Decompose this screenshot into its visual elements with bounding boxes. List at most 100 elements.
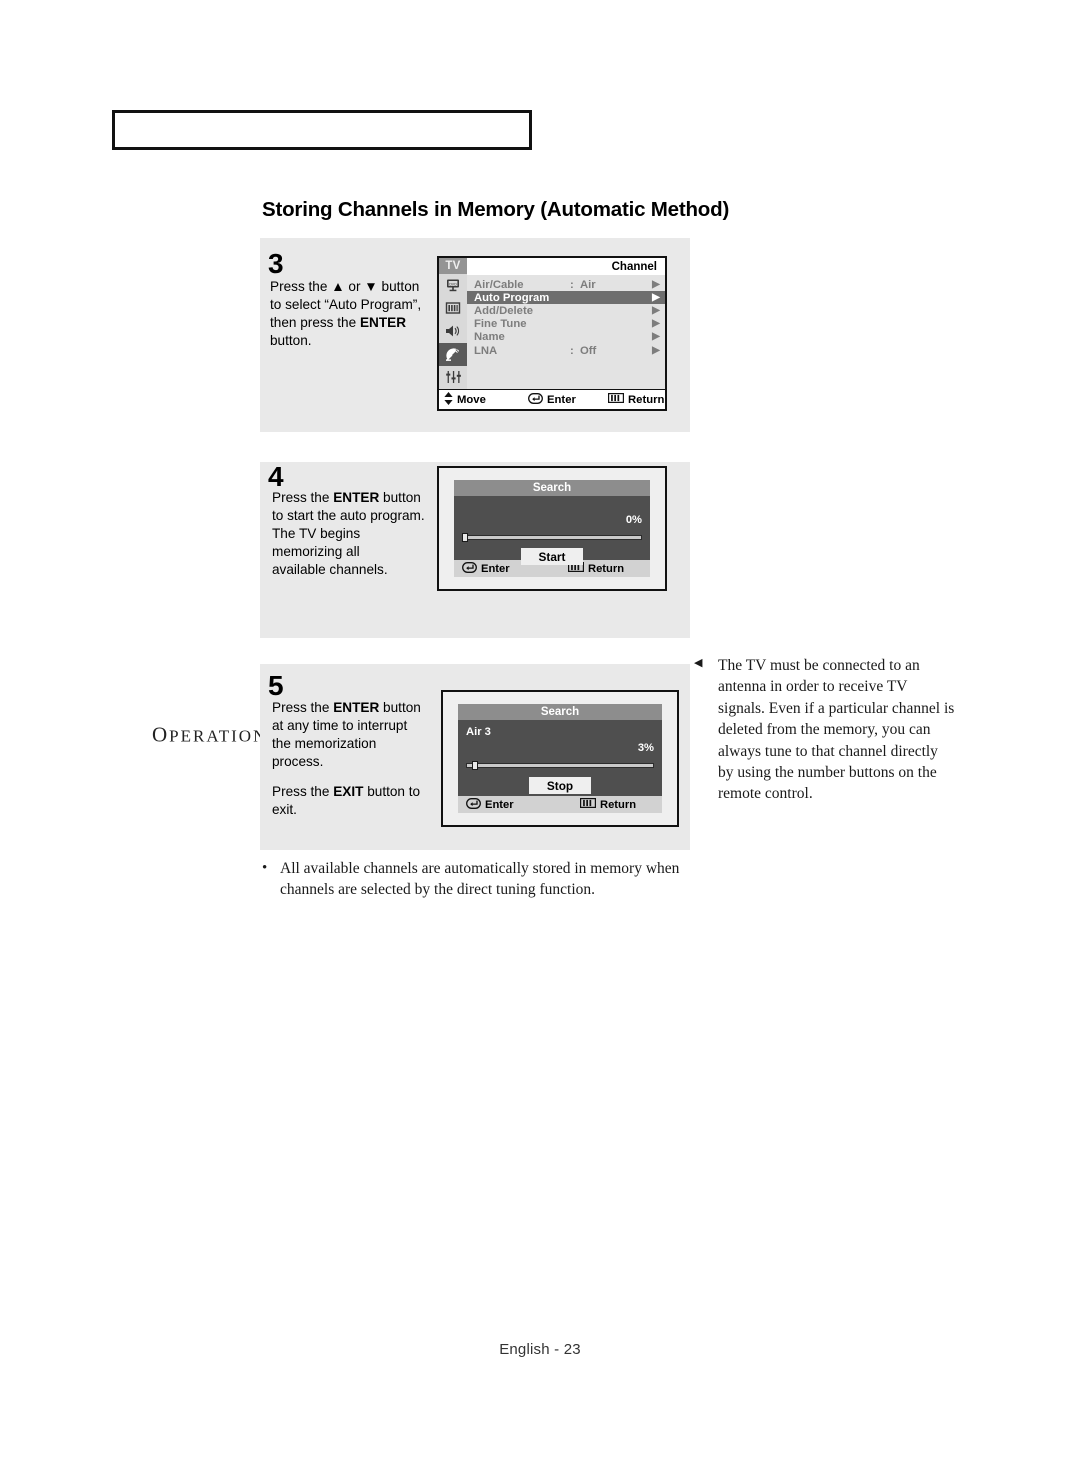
step-number: 4 xyxy=(268,461,284,492)
step-line: to start the auto program. xyxy=(272,508,425,524)
osd-channel-body: TV DVD Channel Air/Cable: Air ▶ Auto Pr… xyxy=(439,258,665,389)
step-instruction-text: Press the ENTER button at any time to in… xyxy=(272,699,437,819)
hint-enter-label: Enter xyxy=(485,798,514,811)
page-footer: English - 23 xyxy=(499,1341,581,1358)
search-dialog-title: Search xyxy=(458,704,662,720)
progress-track xyxy=(462,535,642,540)
osd-main: Channel Air/Cable : Air ▶ Auto Program ▶ xyxy=(467,258,665,389)
chevron-right-icon: ▶ xyxy=(652,344,660,356)
menu-item-colon: : xyxy=(570,278,574,291)
hint-enter-label: Enter xyxy=(481,562,510,575)
search-progress-bar[interactable] xyxy=(466,761,654,770)
note-auto-store: • All available channels are automatical… xyxy=(262,858,682,901)
search-stop-button[interactable]: Stop xyxy=(529,777,591,794)
menu-item-add-delete[interactable]: Add/Delete ▶ xyxy=(467,304,665,317)
osd-search-dialog-start[interactable]: Search 0% Start Enter Return xyxy=(437,466,667,591)
step-line: at any time to interrupt xyxy=(272,718,408,734)
chapter-title-rest: PERATION xyxy=(169,726,268,745)
hint-return-label: Return xyxy=(588,562,625,575)
search-dialog-body: 0% Start xyxy=(454,496,650,565)
search-hint-bar: Enter Return xyxy=(458,796,662,813)
step-line: Press the ENTER button xyxy=(272,490,421,505)
enter-key-icon xyxy=(466,797,481,812)
osd-sidebar: TV DVD xyxy=(439,258,467,389)
step-line: exit. xyxy=(272,802,297,818)
hint-enter: Enter xyxy=(528,392,608,407)
enter-key-icon xyxy=(528,392,543,407)
step-instruction-text: Press the ▲ or ▼ button to select “Auto … xyxy=(270,278,438,350)
search-dialog-title: Search xyxy=(454,480,650,496)
chevron-right-icon: ▶ xyxy=(652,318,660,330)
search-start-button[interactable]: Start xyxy=(521,548,583,565)
osd-search-inner: Search 0% Start Enter Return xyxy=(454,480,650,577)
up-down-arrow-icon xyxy=(444,391,453,408)
chapter-header-box xyxy=(112,110,532,150)
page-title: Storing Channels in Memory (Automatic Me… xyxy=(262,198,730,221)
menu-item-label: LNA xyxy=(474,344,498,357)
menu-item-value: Off xyxy=(580,344,597,357)
channel-dish-icon[interactable] xyxy=(439,342,467,366)
search-progress-bar[interactable] xyxy=(462,533,642,542)
step-line: Press the ▲ or ▼ button xyxy=(270,279,420,294)
setup-sliders-icon[interactable] xyxy=(439,365,467,389)
osd-tv-tag: TV xyxy=(439,258,467,274)
chevron-right-icon: ▶ xyxy=(652,278,660,290)
progress-handle[interactable] xyxy=(462,533,468,542)
chapter-title: OPERATION xyxy=(152,722,267,747)
step-line: Press the EXIT button to xyxy=(272,784,421,800)
osd-hint-bar: Move Enter Return xyxy=(439,389,665,409)
bullet-icon: • xyxy=(262,860,268,876)
note-antenna: ◀ The TV must be connected to an antenna… xyxy=(694,655,956,805)
menu-item-value: Air xyxy=(580,278,596,291)
hint-return-label: Return xyxy=(600,798,637,811)
step-line: then press the ENTER xyxy=(270,315,407,331)
search-channel-label: Air 3 xyxy=(466,726,491,738)
hint-return-label: Return xyxy=(628,393,665,406)
input-source-icon[interactable]: DVD xyxy=(439,273,467,297)
hint-move: Move xyxy=(444,391,528,408)
step-line: memorizing all xyxy=(272,544,360,560)
menu-item-auto-program[interactable]: Auto Program ▶ xyxy=(467,291,665,305)
search-percent-label: 0% xyxy=(625,514,642,526)
menu-item-lna[interactable]: LNA : Off ▶ xyxy=(467,344,665,357)
menu-item-label: Auto Program xyxy=(474,291,550,304)
note-antenna-text: The TV must be connected to an antenna i… xyxy=(718,657,955,803)
osd-search-dialog-stop[interactable]: Search Air 3 3% Stop Enter Return xyxy=(441,690,679,827)
step-line: to select “Auto Program”, xyxy=(270,297,422,313)
menu-item-air-cable[interactable]: Air/Cable : Air ▶ xyxy=(467,278,665,291)
hint-move-label: Move xyxy=(457,393,486,406)
chevron-right-icon: ▶ xyxy=(652,291,660,303)
picture-icon[interactable] xyxy=(439,296,467,320)
step-line: Press the ENTER button xyxy=(272,700,421,715)
chevron-right-icon: ▶ xyxy=(652,304,660,316)
step-line: button. xyxy=(270,333,312,349)
progress-handle[interactable] xyxy=(471,761,478,770)
menu-item-colon: : xyxy=(570,344,574,357)
step-line: available channels. xyxy=(272,562,388,578)
left-triangle-icon: ◀ xyxy=(694,657,703,669)
step-instruction-text: Press the ENTER button to start the auto… xyxy=(272,489,437,579)
sound-icon[interactable] xyxy=(439,319,467,343)
search-dialog-body: Air 3 3% Stop xyxy=(458,720,662,796)
step-line: The TV begins xyxy=(272,526,361,542)
note-auto-store-text: All available channels are automatically… xyxy=(280,860,680,899)
menu-item-label: Air/Cable xyxy=(474,278,524,291)
step-spacer xyxy=(272,771,437,783)
hint-return: Return xyxy=(580,798,654,811)
chevron-right-icon: ▶ xyxy=(652,331,660,343)
hint-enter: Enter xyxy=(466,797,580,812)
hint-return: Return xyxy=(608,393,664,406)
step-line: the memorization xyxy=(272,736,377,752)
svg-text:DVD: DVD xyxy=(449,283,457,287)
chapter-title-initial: O xyxy=(152,722,170,746)
menu-item-fine-tune[interactable]: Fine Tune ▶ xyxy=(467,318,665,331)
step-line: process. xyxy=(272,754,324,770)
menu-item-label: Name xyxy=(474,331,505,344)
menu-bars-icon xyxy=(580,798,597,811)
osd-channel-menu[interactable]: TV DVD Channel Air/Cable: Air ▶ Auto Pr… xyxy=(437,256,667,411)
menu-item-name[interactable]: Name ▶ xyxy=(467,331,665,344)
step-number: 3 xyxy=(268,248,284,279)
step-number: 5 xyxy=(268,670,284,701)
progress-track xyxy=(466,763,654,768)
search-percent-label: 3% xyxy=(637,742,654,754)
